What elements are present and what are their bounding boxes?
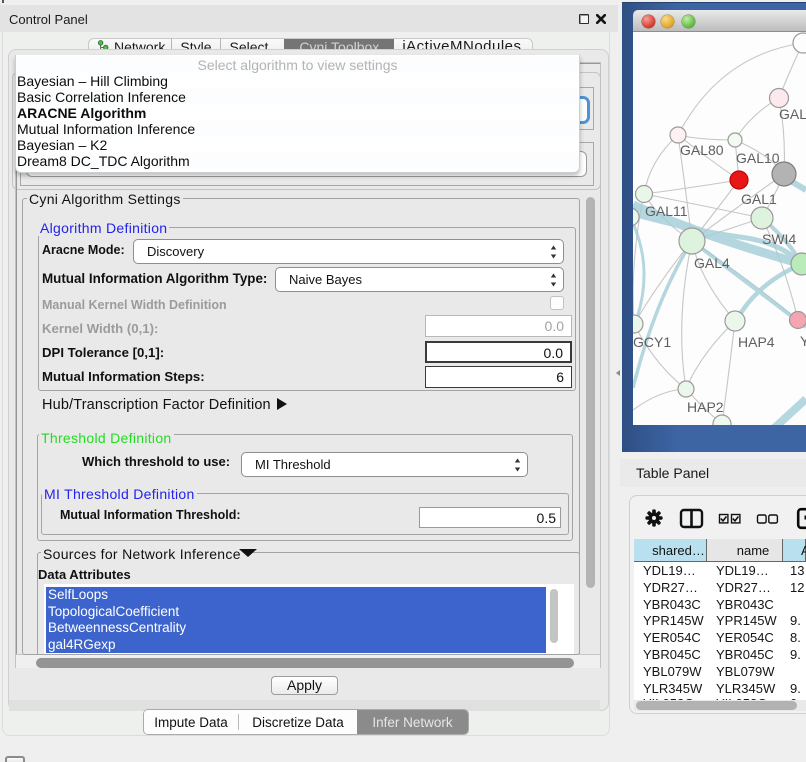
svg-text:GCY1: GCY1 — [633, 334, 671, 350]
svg-text:GAL4: GAL4 — [694, 255, 730, 271]
svg-text:GAL: GAL — [779, 106, 806, 122]
svg-text:GAL10: GAL10 — [736, 150, 780, 166]
svg-text:SWI4: SWI4 — [762, 231, 796, 247]
svg-text:HAP4: HAP4 — [738, 334, 775, 350]
svg-text:GAL11: GAL11 — [645, 203, 688, 219]
svg-text:Y: Y — [800, 333, 806, 349]
svg-text:GAL1: GAL1 — [741, 191, 777, 207]
svg-text:GAL80: GAL80 — [680, 142, 724, 158]
svg-text:HAP2: HAP2 — [687, 399, 724, 415]
